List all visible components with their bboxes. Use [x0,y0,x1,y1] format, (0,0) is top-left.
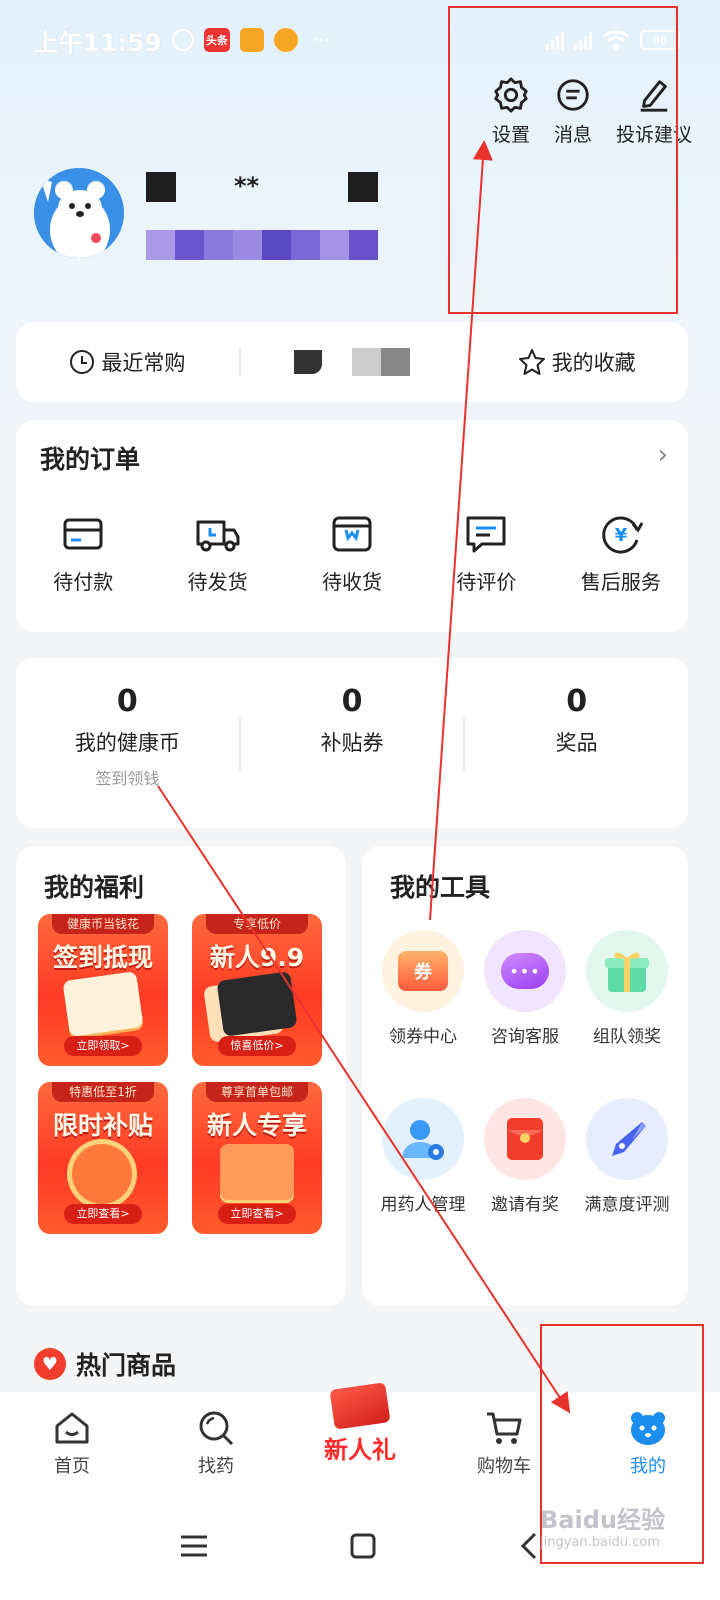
watermark: Baidu经验 jingyan.baidu.com [540,1500,665,1550]
annotation-arrows [157,140,571,1414]
watermark-brand: Baidu经验 [540,1506,665,1534]
watermark-url: jingyan.baidu.com [540,1535,660,1550]
